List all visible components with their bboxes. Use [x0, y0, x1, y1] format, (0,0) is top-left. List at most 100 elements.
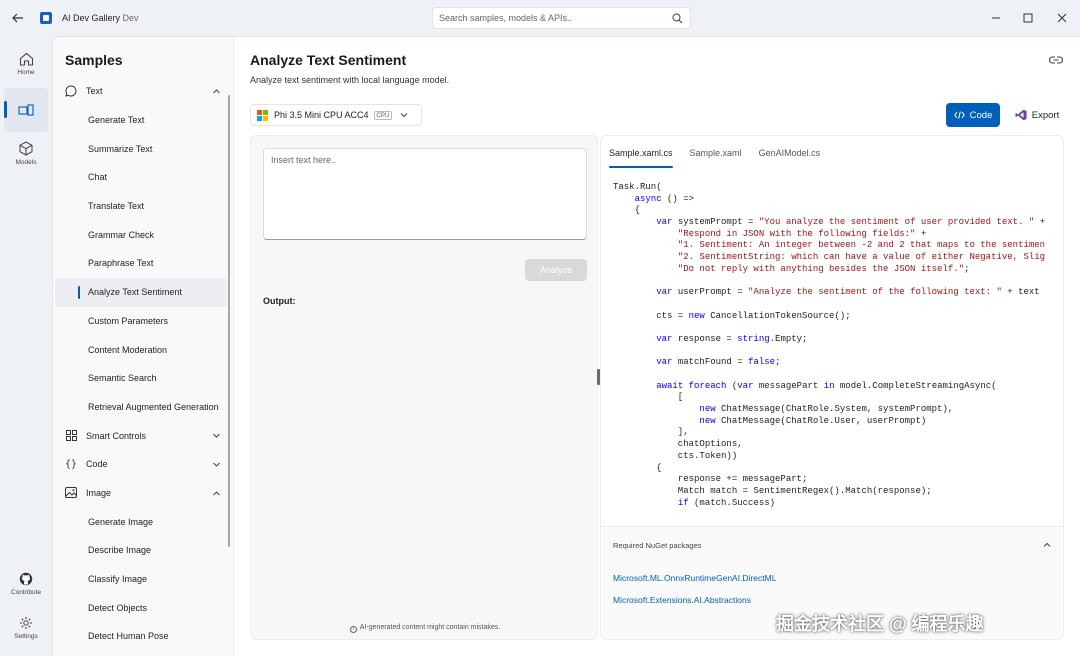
code-token: { — [613, 205, 641, 216]
category-code[interactable]: {} Code — [55, 450, 227, 479]
maximize-button[interactable] — [1018, 8, 1038, 28]
code-token: + — [915, 228, 927, 239]
code-token: var — [737, 380, 754, 391]
code-token: ChatMessage(ChatRole.System, systemPromp… — [715, 404, 954, 415]
export-button[interactable]: Export — [1008, 103, 1066, 127]
samples-title: Samples — [65, 52, 123, 68]
sample-describe-image[interactable]: Describe Image — [55, 536, 227, 565]
code-token: foreach — [688, 380, 727, 391]
code-token: cts = — [613, 310, 689, 321]
category-text[interactable]: Text — [55, 77, 227, 106]
sample-classify-image[interactable]: Classify Image — [55, 565, 227, 594]
sample-retrieval-augmented-generation[interactable]: Retrieval Augmented Generation — [55, 393, 227, 422]
samples-scrollbar[interactable] — [228, 95, 230, 547]
nuget-title: Required NuGet packages — [613, 541, 702, 550]
app-title-suffix: Dev — [122, 13, 139, 23]
code-line: "1. Sentiment: An integer between -2 and… — [613, 240, 1045, 252]
sample-summarize-text[interactable]: Summarize Text — [55, 134, 227, 163]
text-input-box[interactable] — [263, 148, 587, 240]
code-pane: Sample.xaml.cs Sample.xaml GenAIModel.cs… — [600, 135, 1064, 640]
code-line: var systemPrompt = "You analyze the sent… — [613, 217, 1045, 229]
code-token: messagePart — [753, 380, 824, 391]
sample-detect-human-pose[interactable]: Detect Human Pose — [55, 622, 227, 651]
nav-models[interactable]: Models — [4, 131, 48, 175]
close-icon — [1057, 13, 1067, 23]
nuget-package-link[interactable]: Microsoft.ML.OnnxRuntimeGenAI.DirectML — [613, 573, 776, 583]
sample-custom-parameters[interactable]: Custom Parameters — [55, 307, 227, 336]
code-token: in — [823, 380, 835, 391]
code-token: async — [634, 193, 662, 204]
ai-disclaimer: i AI-generated content might contain mist… — [251, 624, 599, 633]
sample-content-moderation[interactable]: Content Moderation — [55, 335, 227, 364]
code-viewer[interactable]: Task.Run( async () => { var systemPrompt… — [613, 182, 1045, 514]
search-icon[interactable] — [672, 13, 683, 24]
category-text-label: Text — [86, 86, 103, 97]
grid-icon — [65, 430, 77, 442]
tab-genai-model-cs[interactable]: GenAIModel.cs — [759, 148, 821, 168]
sample-analyze-text-sentiment[interactable]: Analyze Text Sentiment — [55, 277, 227, 307]
nav-contribute[interactable]: Contribute — [4, 562, 48, 606]
samples-icon — [18, 104, 34, 116]
tab-sample-xaml[interactable]: Sample.xaml — [690, 148, 742, 168]
close-button[interactable] — [1052, 8, 1072, 28]
code-token: new — [688, 310, 705, 321]
sample-generate-text[interactable]: Generate Text — [55, 106, 227, 135]
nav-settings-label: Settings — [14, 633, 38, 640]
nuget-package-link[interactable]: Microsoft.Extensions.AI.Abstractions — [613, 595, 751, 605]
code-token: "2. SentimentString: which can have a va… — [677, 252, 1045, 263]
sample-grammar-check[interactable]: Grammar Check — [55, 220, 227, 249]
category-smart-controls-label: Smart Controls — [86, 430, 147, 441]
chevron-down-icon — [213, 433, 220, 438]
code-button[interactable]: Code — [946, 103, 1000, 127]
code-token: response = — [672, 333, 738, 344]
code-token: new — [699, 404, 716, 415]
model-selector[interactable]: Phi 3.5 Mini CPU ACC4 CPU — [250, 104, 422, 126]
code-line: [ — [613, 392, 1045, 404]
sample-translate-text[interactable]: Translate Text — [55, 192, 227, 221]
analyze-button[interactable]: Analyze — [525, 259, 587, 281]
nav-home[interactable]: Home — [4, 42, 48, 86]
search-box[interactable] — [432, 7, 691, 29]
minimize-button[interactable] — [986, 8, 1006, 28]
category-code-label: Code — [86, 459, 108, 470]
navigation-rail: Home Models Contribute Settings — [0, 36, 52, 656]
category-image[interactable]: Image — [55, 479, 227, 508]
tab-sample-xaml-cs[interactable]: Sample.xaml.cs — [609, 148, 673, 168]
chevron-up-icon[interactable] — [1043, 541, 1051, 549]
sample-paraphrase-text[interactable]: Paraphrase Text — [55, 249, 227, 278]
samples-panel: Samples Text Generate Text Summarize Tex… — [53, 37, 233, 656]
back-button[interactable] — [8, 8, 28, 28]
code-line: "Respond in JSON with the following fiel… — [613, 229, 1045, 241]
code-token: { — [613, 462, 662, 473]
sample-semantic-search[interactable]: Semantic Search — [55, 364, 227, 393]
code-line: async () => — [613, 194, 1045, 206]
code-token: systemPrompt = — [672, 217, 759, 228]
sample-chat[interactable]: Chat — [55, 163, 227, 192]
link-icon[interactable] — [1049, 55, 1063, 65]
braces-icon: {} — [64, 458, 78, 470]
sample-detect-objects[interactable]: Detect Objects — [55, 593, 227, 622]
sample-input-pane: Analyze Output: iAI-generated content mi… — [250, 135, 598, 640]
sample-content: Analyze Text Sentiment Analyze text sent… — [233, 37, 1080, 656]
search-input[interactable] — [439, 11, 664, 25]
code-token: .Empty; — [769, 333, 808, 344]
code-line: response += messagePart; — [613, 474, 1045, 486]
code-token: if — [677, 497, 689, 508]
code-button-label: Code — [969, 109, 993, 121]
text-input[interactable] — [271, 155, 581, 231]
code-line: new ChatMessage(ChatRole.User, userPromp… — [613, 416, 1045, 428]
samples-tree: Text Generate Text Summarize Text Chat T… — [55, 77, 227, 651]
nav-settings[interactable]: Settings — [4, 606, 48, 650]
nav-samples[interactable] — [4, 88, 48, 132]
category-smart-controls[interactable]: Smart Controls — [55, 421, 227, 450]
code-token: string — [737, 333, 770, 344]
app-title-text: AI Dev Gallery — [62, 13, 121, 23]
code-token: ; — [775, 357, 781, 368]
code-line: if (match.Success) — [613, 498, 1045, 510]
sample-generate-image[interactable]: Generate Image — [55, 507, 227, 536]
